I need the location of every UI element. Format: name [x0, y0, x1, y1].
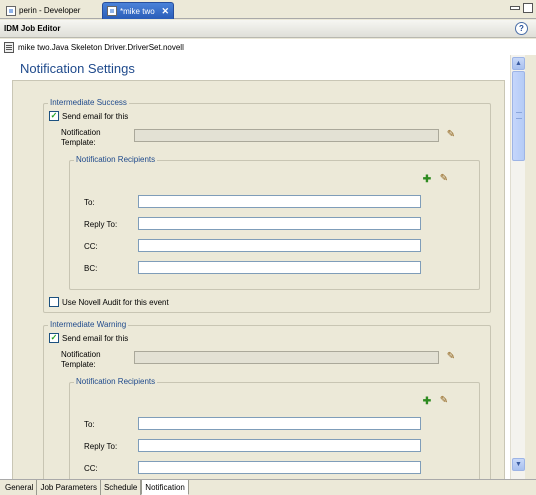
template-label: Notification	[61, 350, 101, 359]
edit-recipients-icon[interactable]: ✎	[438, 173, 450, 185]
editor-right-edge	[525, 55, 536, 479]
tab-job-parameters[interactable]: Job Parameters	[37, 480, 101, 495]
bc-label: BC:	[84, 264, 98, 273]
to-field[interactable]	[138, 195, 421, 208]
bc-field[interactable]	[138, 261, 421, 274]
send-email-label: Send email for this	[62, 333, 129, 343]
tab-mike-two[interactable]: *mike two ✕	[102, 2, 174, 19]
novell-audit-row[interactable]: Use Novell Audit for this event	[49, 297, 169, 307]
group-legend: Intermediate Success	[48, 98, 129, 107]
recipients-group: Notification Recipients ✚ ✎ To: Reply To…	[69, 377, 480, 479]
help-icon[interactable]: ?	[515, 22, 528, 35]
template-field[interactable]	[134, 129, 439, 142]
tab-perin-developer[interactable]: perin - Developer	[2, 2, 98, 19]
to-label: To:	[84, 198, 95, 207]
send-email-success-checkbox[interactable]: ✓	[49, 111, 59, 121]
cc-field[interactable]	[138, 239, 421, 252]
close-icon[interactable]: ✕	[161, 6, 169, 17]
reply-to-label: Reply To:	[84, 220, 118, 229]
recipients-group: Notification Recipients ✚ ✎ To: Reply To…	[69, 155, 480, 290]
project-icon	[6, 5, 16, 16]
template-label-2: Template:	[61, 138, 96, 147]
tab-notification[interactable]: Notification	[141, 480, 189, 495]
tab-schedule[interactable]: Schedule	[100, 480, 142, 495]
reply-to-field[interactable]	[138, 217, 421, 230]
send-email-label: Send email for this	[62, 111, 129, 121]
edit-template-icon[interactable]: ✎	[445, 351, 457, 363]
scroll-thumb[interactable]	[512, 71, 525, 161]
template-field[interactable]	[134, 351, 439, 364]
send-email-warning-row[interactable]: ✓ Send email for this	[49, 333, 128, 343]
tab-label: *mike two	[120, 6, 155, 16]
vertical-scrollbar[interactable]: ▲ ▼	[510, 55, 525, 479]
editor-title: IDM Job Editor	[4, 24, 61, 33]
maximize-icon[interactable]	[523, 3, 533, 13]
recipients-legend: Notification Recipients	[74, 155, 158, 164]
editor-tab-bar: perin - Developer *mike two ✕	[0, 0, 536, 19]
scroll-down-icon[interactable]: ▼	[512, 458, 525, 471]
document-icon	[4, 41, 14, 53]
recipients-legend: Notification Recipients	[74, 377, 158, 386]
send-email-success-row[interactable]: ✓ Send email for this	[49, 111, 128, 121]
intermediate-warning-group: Intermediate Warning ✓ Send email for th…	[43, 320, 491, 479]
edit-recipients-icon[interactable]: ✎	[438, 395, 450, 407]
group-legend: Intermediate Warning	[48, 320, 129, 329]
reply-to-label: Reply To:	[84, 442, 118, 451]
driver-path: mike two.Java Skeleton Driver.DriverSet.…	[18, 42, 184, 52]
novell-audit-label: Use Novell Audit for this event	[62, 297, 169, 307]
template-label: Notification	[61, 128, 101, 137]
job-icon	[107, 6, 117, 16]
scroll-up-icon[interactable]: ▲	[512, 57, 525, 70]
tab-general[interactable]: General	[2, 480, 38, 495]
template-label-2: Template:	[61, 360, 96, 369]
editor-page-tabs: General Job Parameters Schedule Notifica…	[0, 479, 536, 495]
add-recipient-icon[interactable]: ✚	[421, 174, 433, 186]
novell-audit-checkbox[interactable]	[49, 297, 59, 307]
page-title: Notification Settings	[20, 61, 135, 76]
intermediate-success-group: Intermediate Success ✓ Send email for th…	[43, 98, 491, 313]
to-label: To:	[84, 420, 95, 429]
cc-label: CC:	[84, 464, 98, 473]
to-field[interactable]	[138, 417, 421, 430]
send-email-warning-checkbox[interactable]: ✓	[49, 333, 59, 343]
reply-to-field[interactable]	[138, 439, 421, 452]
cc-label: CC:	[84, 242, 98, 251]
cc-field[interactable]	[138, 461, 421, 474]
minimize-icon[interactable]	[510, 6, 520, 10]
editor-header: IDM Job Editor ?	[0, 20, 536, 38]
add-recipient-icon[interactable]: ✚	[421, 396, 433, 408]
notification-content: Notification Settings Intermediate Succe…	[0, 55, 510, 479]
edit-template-icon[interactable]: ✎	[445, 129, 457, 141]
tab-label: perin - Developer	[19, 6, 81, 15]
settings-panel: Intermediate Success ✓ Send email for th…	[12, 80, 505, 479]
driver-path-bar: mike two.Java Skeleton Driver.DriverSet.…	[0, 39, 536, 55]
